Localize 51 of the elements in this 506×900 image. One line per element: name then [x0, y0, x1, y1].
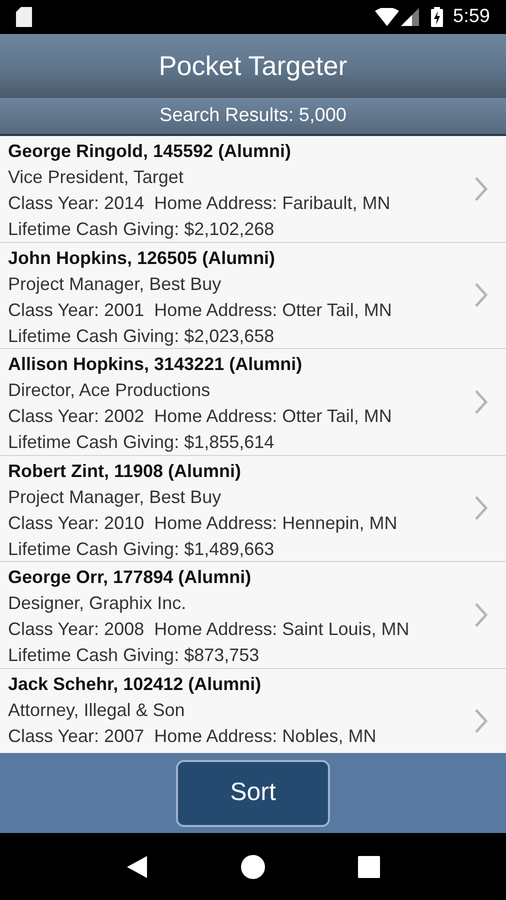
result-row[interactable]: George Orr, 177894 (Alumni) Designer, Graphix Inc. Class Year: 2008 Home Address: Saint Louis, MN Lifetime Cash Giving: $873,753	[0, 562, 506, 668]
class-year: Class Year: 2001	[8, 298, 144, 322]
job-title: Designer, Graphix Inc.	[8, 592, 188, 615]
alumni-name: Allison Hopkins, 3143221 (Alumni)	[8, 353, 304, 376]
home-address: Home Address: Faribault, MN	[154, 192, 390, 215]
battery-icon	[431, 7, 444, 27]
chevron-right-icon	[474, 388, 488, 415]
status-time: 5:59	[453, 4, 490, 29]
alumni-name: George Orr, 177894 (Alumni)	[8, 566, 252, 589]
chevron-right-icon	[474, 282, 488, 308]
class-year: Class Year: 2002	[8, 405, 144, 428]
home-address: Home Address: Hennepin, MN	[154, 512, 398, 535]
alumni-name: George Ringold, 145592 (Alumni)	[8, 140, 292, 163]
sort-button[interactable]: Sort	[176, 760, 330, 826]
home-icon[interactable]	[240, 854, 265, 878]
app-title: Pocket Targeter	[158, 50, 348, 83]
result-row[interactable]: Allison Hopkins, 3143221 (Alumni) Director, Ace Productions Class Year: 2002 Home Address: Otter Tail, MN Lifetime Cash Giving: $1,855,614	[0, 349, 506, 456]
job-title: Director, Ace Productions	[8, 379, 212, 402]
class-year: Class Year: 2014	[8, 192, 144, 215]
job-title: Attorney, Illegal & Son	[8, 698, 186, 722]
class-year: Class Year: 2010	[8, 512, 144, 534]
class-year: Class Year: 2008	[8, 618, 144, 641]
home-address: Home Address: Saint Louis, MN	[154, 618, 410, 641]
chevron-right-icon	[474, 708, 488, 734]
alumni-name: Jack Schehr, 102412 (Alumni)	[8, 672, 262, 696]
lifetime-giving: Lifetime Cash Giving: $2,023,658	[8, 324, 276, 348]
job-title: Vice President, Target	[8, 166, 184, 189]
chevron-right-icon	[474, 602, 488, 628]
chevron-right-icon	[474, 495, 488, 522]
home-address: Home Address: Otter Tail, MN	[154, 405, 392, 428]
home-address: Home Address: Otter Tail, MN	[154, 298, 392, 322]
job-title: Project Manager, Best Buy	[8, 272, 222, 296]
job-title: Project Manager, Best Buy	[8, 486, 222, 509]
back-icon[interactable]	[126, 854, 148, 878]
class-year: Class Year: 2007	[8, 724, 144, 748]
sd-card-icon	[16, 7, 32, 27]
alumni-name: Robert Zint, 11908 (Alumni)	[8, 460, 242, 483]
lifetime-giving: Lifetime Cash Giving: $1,855,614	[8, 431, 276, 454]
recents-icon[interactable]	[358, 856, 380, 878]
result-row[interactable]: Jack Schehr, 102412 (Alumni) Attorney, Illegal & Son Class Year: 2007 Home Address: Nobles, MN	[0, 668, 506, 753]
result-row[interactable]: Robert Zint, 11908 (Alumni) Project Manager, Best Buy Class Year: 2010 Home Address: Hennepin, MN Lifetime Cash Giving: $1,489,663	[0, 456, 506, 562]
chevron-right-icon	[474, 176, 488, 202]
alumni-name: John Hopkins, 126505 (Alumni)	[8, 246, 276, 270]
search-results-count: Search Results: 5,000	[160, 104, 346, 128]
lifetime-giving: Lifetime Cash Giving: $873,753	[8, 644, 260, 667]
result-row[interactable]: George Ringold, 145592 (Alumni) Vice President, Target Class Year: 2014 Home Address: Faribault, MN Lifetime Cash Giving: $2,102,268	[0, 136, 506, 242]
lifetime-giving: Lifetime Cash Giving: $1,489,663	[8, 538, 276, 561]
signal-icon	[401, 8, 420, 26]
home-address: Home Address: Nobles, MN	[154, 724, 376, 748]
result-row[interactable]: John Hopkins, 126505 (Alumni) Project Manager, Best Buy Class Year: 2001 Home Address: Otter Tail, MN Lifetime Cash Giving: $2,023,658	[0, 242, 506, 349]
lifetime-giving: Lifetime Cash Giving: $2,102,268	[8, 218, 276, 241]
